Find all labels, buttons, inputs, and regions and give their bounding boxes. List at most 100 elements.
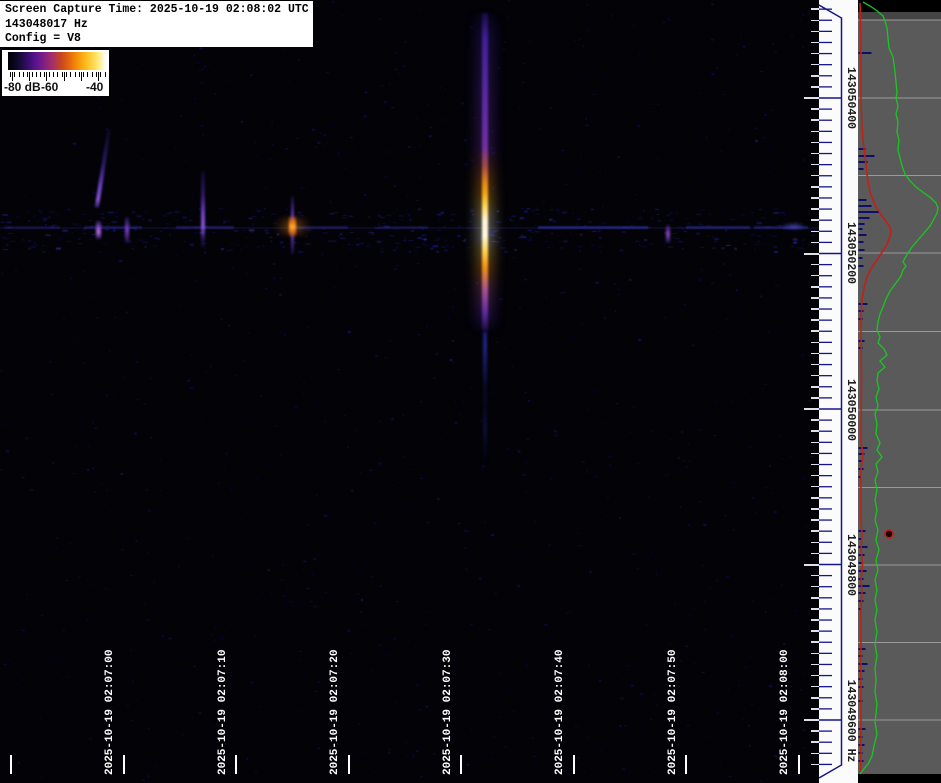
spectrogram-edge-tick [811,286,819,288]
spectrogram-edge-tick [811,630,819,632]
time-label: 2025-10-19 02:07:00 [104,650,117,775]
colorbar-gradient [8,52,106,70]
carrier-line-segment [4,226,60,229]
spectrogram-edge-tick [811,119,819,121]
spectrogram-edge-tick [811,175,819,177]
colorbar-minor-tick [79,72,80,77]
frequency-text: 143048017 Hz [5,18,313,33]
spectrogram-edge-tick [811,497,819,499]
spectrogram-edge-tick [811,131,819,133]
spectrogram-edge-tick [811,75,819,77]
noise-spike [859,234,867,236]
spectrogram-edge-tick [811,64,819,66]
spectrogram-edge-tick [811,608,819,610]
colorbar-legend: -80 dB-60-40 [2,50,109,96]
carrier-line-segment [686,226,750,229]
spectrogram-edge-tick [811,741,819,743]
spectrogram-edge-tick [811,342,819,344]
waterfall-display: 2025-10-19 02:06:502025-10-19 02:07:0020… [0,0,941,783]
freq-label: 143050200 [844,222,857,284]
carrier-line-segment [378,226,428,229]
marker-dot [885,530,893,538]
spectrogram-edge-tick [811,753,819,755]
spectrogram-edge-tick [811,275,819,277]
time-label: 2025-10-19 02:07:30 [442,650,455,775]
colorbar-minor-tick [53,72,54,77]
colorbar-minor-tick [105,72,106,77]
freq-label: 143050000 [844,379,857,441]
echo-blob-1 [96,221,101,239]
time-tick [685,755,687,774]
spectrogram-edge-tick [811,675,819,677]
time-label: 2025-10-19 02:07:50 [667,650,680,775]
time-tick [798,755,800,774]
time-label: 2025-10-19 02:07:40 [554,650,567,775]
colorbar-minor-tick [49,72,50,77]
spectrogram-edge-tick [811,475,819,477]
colorbar-minor-tick [66,72,67,77]
colorbar-label: -80 dB [4,80,41,94]
time-tick [460,755,462,774]
noise-spike [859,265,864,267]
spectrogram-edge-tick [811,397,819,399]
colorbar-minor-tick [92,72,93,77]
spectrogram-edge-tick [811,686,819,688]
spectrogram-edge-tick [811,442,819,444]
spectrogram-edge-tick [811,708,819,710]
colorbar-minor-tick [32,72,33,77]
spectrogram-edge-tick [811,386,819,388]
spectrum-panel [858,0,941,783]
colorbar-minor-tick [100,72,101,77]
noise-spike [859,168,864,170]
noise-speckle-layer [0,0,820,783]
carrier-line-segment [84,226,142,229]
colorbar-minor-tick [62,72,63,77]
noise-spike [859,546,868,548]
spectrogram-edge-tick [811,108,819,110]
freq-label: 143049800 [844,534,857,596]
noise-spike [859,303,868,305]
spectrogram-edge-tick [811,697,819,699]
spectrogram-edge-tick [811,730,819,732]
colorbar-minor-tick [70,72,71,77]
spectrogram-edge-tick [811,353,819,355]
spectrogram-edge-tick [811,153,819,155]
noise-spike [859,223,865,225]
spectrogram-edge-tick [811,264,819,266]
noise-spike [859,728,866,730]
noise-spike [859,249,865,251]
colorbar-minor-tick [75,72,76,77]
time-label: 2025-10-19 02:08:00 [779,650,792,775]
colorbar-minor-tick [87,72,88,77]
time-label: 2025-10-19 02:07:20 [329,650,342,775]
spectrogram-edge-tick [811,464,819,466]
spectrogram-edge-tick [811,364,819,366]
spectrogram-edge-tick [811,31,819,33]
colorbar-minor-tick [36,72,37,77]
colorbar-minor-tick [19,72,20,77]
spectrogram-edge-tick [811,542,819,544]
spectrogram: 2025-10-19 02:06:502025-10-19 02:07:0020… [0,0,820,783]
meteor-echo-main-trail [483,332,487,462]
carrier-line-segment [296,226,348,229]
spectrogram-edge-tick [811,453,819,455]
meteor-echo-main-column [482,13,488,331]
colorbar-minor-tick [10,72,11,77]
spectrogram-edge-tick [811,764,819,766]
spectrogram-edge-tick [811,20,819,22]
spectrogram-edge-tick [811,42,819,44]
colorbar-label: -40 [86,80,103,94]
spectrogram-edge-tick [811,619,819,621]
time-tick [10,755,12,774]
time-tick [123,755,125,774]
spectrogram-edge-tick [804,408,819,410]
echo-streak-2 [201,171,205,248]
panel-top-band [858,12,941,20]
time-label: 2025-10-19 02:07:10 [217,650,230,775]
freq-label: 143049600 Hz [844,680,857,763]
spectrogram-edge-tick [811,308,819,310]
echo-smear [782,224,804,229]
spectrogram-edge-tick [811,219,819,221]
colorbar-major-tick [81,72,82,81]
echo-blob-2 [666,225,670,243]
